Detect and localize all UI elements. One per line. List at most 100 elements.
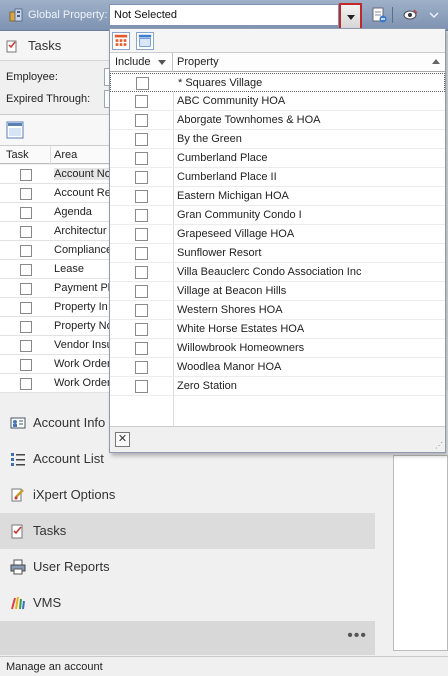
chevron-down-icon[interactable] [428, 7, 440, 23]
area-cell: Compliance [54, 244, 110, 256]
include-checkbox[interactable] [135, 361, 148, 374]
task-column-header[interactable]: Task [6, 149, 29, 161]
task-checkbox[interactable] [20, 340, 32, 352]
include-checkbox[interactable] [135, 95, 148, 108]
view-icon[interactable] [403, 7, 419, 23]
property-name: Western Shores HOA [177, 304, 283, 316]
property-name: White Horse Estates HOA [177, 323, 305, 335]
list-item[interactable]: * Squares Village [110, 73, 445, 92]
select-all-icon[interactable] [112, 32, 130, 50]
list-item[interactable]: Willowbrook Homeowners [110, 339, 445, 358]
task-checkbox[interactable] [20, 264, 32, 276]
include-checkbox[interactable] [135, 380, 148, 393]
list-item[interactable]: Eastern Michigan HOA [110, 187, 445, 206]
list-item[interactable]: Cumberland Place [110, 149, 445, 168]
table-row[interactable]: Property In [0, 298, 110, 317]
task-checkbox[interactable] [20, 321, 32, 333]
table-row[interactable]: Account Re [0, 184, 110, 203]
list-item[interactable]: Grapeseed Village HOA [110, 225, 445, 244]
property-dropdown-popup: Include Property * Squares Village ABC C… [109, 28, 446, 453]
clear-property-icon[interactable] [371, 7, 387, 23]
nav-label: VMS [33, 595, 62, 610]
task-checkbox[interactable] [20, 359, 32, 371]
area-cell: Agenda [54, 206, 92, 218]
include-column-header[interactable]: Include [110, 53, 173, 72]
list-item[interactable]: Villa Beauclerc Condo Association Inc [110, 263, 445, 282]
area-cell: Vendor Insu [54, 339, 110, 351]
list-item[interactable]: Zero Station [110, 377, 445, 396]
nav-item-vms[interactable]: VMS [0, 585, 375, 621]
property-name: Cumberland Place [177, 152, 268, 164]
table-row[interactable]: Payment Pla [0, 279, 110, 298]
global-property-select[interactable]: Not Selected [109, 4, 339, 26]
task-checkbox[interactable] [20, 283, 32, 295]
task-checkbox[interactable] [20, 245, 32, 257]
include-checkbox[interactable] [135, 114, 148, 127]
include-checkbox[interactable] [135, 323, 148, 336]
list-item[interactable]: Village at Beacon Hills [110, 282, 445, 301]
table-row[interactable]: Architectur [0, 222, 110, 241]
list-item[interactable]: Woodlea Manor HOA [110, 358, 445, 377]
close-popup-button[interactable]: ✕ [115, 432, 130, 447]
include-checkbox[interactable] [136, 77, 149, 90]
list-item[interactable]: Gran Community Condo I [110, 206, 445, 225]
task-checkbox[interactable] [20, 188, 32, 200]
table-row[interactable]: Property No [0, 317, 110, 336]
tasks-title: Tasks [28, 38, 62, 53]
list-item[interactable]: Cumberland Place II [110, 168, 445, 187]
area-column-header[interactable]: Area [54, 149, 77, 161]
include-checkbox[interactable] [135, 304, 148, 317]
global-property-dropdown-button[interactable] [339, 3, 362, 30]
nav-item-tasks[interactable]: Tasks [0, 513, 375, 549]
property-name: Willowbrook Homeowners [177, 342, 305, 354]
clear-selection-icon[interactable] [136, 32, 154, 50]
area-cell: Property No [54, 320, 110, 332]
nav-item-ixpert-options[interactable]: iXpert Options [0, 477, 375, 513]
include-checkbox[interactable] [135, 342, 148, 355]
include-checkbox[interactable] [135, 152, 148, 165]
nav-label: Account Info [33, 415, 106, 430]
include-checkbox[interactable] [135, 285, 148, 298]
list-item[interactable]: Western Shores HOA [110, 301, 445, 320]
include-checkbox[interactable] [135, 209, 148, 222]
filter-dropdown-icon[interactable] [158, 60, 166, 65]
include-checkbox[interactable] [135, 133, 148, 146]
vms-icon [11, 596, 25, 610]
list-item[interactable]: White Horse Estates HOA [110, 320, 445, 339]
table-row[interactable]: Vendor Insu [0, 336, 110, 355]
nav-overflow-bar: ••• [0, 621, 375, 655]
nav-label: Account List [33, 451, 104, 466]
global-property-label: Global Property: [28, 9, 108, 21]
list-item[interactable]: Aborgate Townhomes & HOA [110, 111, 445, 130]
area-cell: Work Order [54, 358, 110, 370]
nav-label: iXpert Options [33, 487, 116, 502]
list-item[interactable]: Sunflower Resort [110, 244, 445, 263]
table-row[interactable]: Account No [0, 165, 110, 184]
property-name: Aborgate Townhomes & HOA [177, 114, 321, 126]
task-checkbox[interactable] [20, 378, 32, 390]
property-name: Grapeseed Village HOA [177, 228, 295, 240]
table-row[interactable]: Agenda [0, 203, 110, 222]
include-checkbox[interactable] [135, 247, 148, 260]
property-grid-header: Include Property [110, 53, 445, 72]
include-checkbox[interactable] [135, 266, 148, 279]
background-content-box [393, 455, 448, 651]
include-checkbox[interactable] [135, 171, 148, 184]
task-checkbox[interactable] [20, 302, 32, 314]
nav-item-user-reports[interactable]: User Reports [0, 549, 375, 585]
more-options-button[interactable]: ••• [347, 627, 367, 645]
include-checkbox[interactable] [135, 228, 148, 241]
resize-grip-icon[interactable]: ⋰ [435, 441, 443, 450]
task-checkbox[interactable] [20, 207, 32, 219]
include-checkbox[interactable] [135, 190, 148, 203]
list-item[interactable]: By the Green [110, 130, 445, 149]
table-row[interactable]: Lease [0, 260, 110, 279]
area-cell: Property In [54, 301, 108, 313]
list-item[interactable]: ABC Community HOA [110, 92, 445, 111]
table-row[interactable]: Work Order [0, 374, 110, 393]
task-checkbox[interactable] [20, 226, 32, 238]
table-row[interactable]: Compliance [0, 241, 110, 260]
table-row[interactable]: Work Order [0, 355, 110, 374]
calendar-icon[interactable] [6, 121, 24, 139]
task-checkbox[interactable] [20, 169, 32, 181]
